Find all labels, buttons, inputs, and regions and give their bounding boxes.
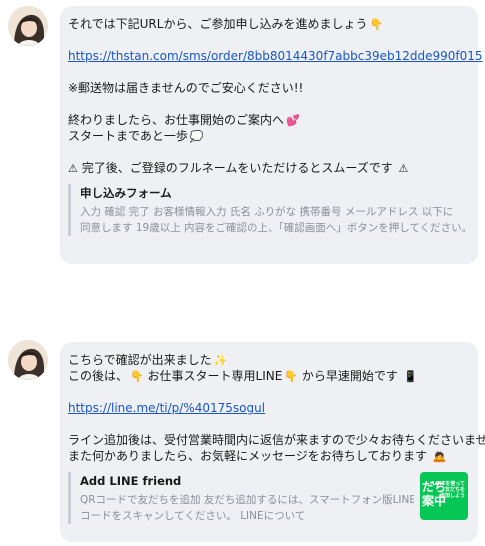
message-line: この後は、 👇 お仕事スタート専用LINE 👇 から早速開始です 📱	[68, 369, 418, 383]
preview-description: QRコードで友だちを追加 友だち追加するには、スマートフォン版LINEでQR コ…	[80, 494, 414, 522]
link-preview[interactable]: 申し込みフォーム 入力 確認 完了 お客様情報入力 氏名 ふりがな 携帯番号 メ…	[68, 184, 468, 236]
bowing-person-emoji: 🙇	[432, 450, 447, 463]
preview-description: 入力 確認 完了 お客様情報入力 氏名 ふりがな 携帯番号 メールアドレス 以下…	[80, 206, 468, 234]
thought-bubble-emoji: 💭	[189, 130, 204, 143]
message-line: 終わりましたら、お仕事開始のご案内へ 💕	[68, 113, 300, 127]
thumbnail-caption: LINEを使って 友だちを 追加しよう	[432, 481, 465, 499]
two-hearts-emoji: 💕	[286, 114, 300, 127]
link-preview[interactable]: Add LINE friend QRコードで友だちを追加 友だち追加するには、ス…	[68, 472, 468, 524]
line-friend-thumbnail[interactable]: だち 案中 LINEを使って 友だちを 追加しよう	[420, 472, 468, 520]
mobile-phone-emoji: 📱	[403, 370, 418, 383]
message-line: ライン追加後は、受付営業時間内に返信が来ますので少々お待ちくださいませ✨	[68, 433, 485, 447]
preview-title: 申し込みフォーム	[80, 186, 172, 200]
pointing-down-emoji: 👇	[130, 370, 144, 383]
avatar-icon[interactable]	[8, 340, 48, 380]
chat-bubble: こちらで確認が出来ました ✨ この後は、 👇 お仕事スタート専用LINE 👇 から早速…	[60, 342, 485, 542]
warning-emoji: ⚠	[68, 162, 78, 175]
pointing-down-emoji: 👇	[284, 370, 299, 383]
message-line: ※郵送物は届きませんのでご安心ください!!	[68, 81, 304, 95]
order-url-link[interactable]: https://thstan.com/sms/order/8bb8014430f…	[68, 49, 483, 63]
line-url-link[interactable]: https://line.me/ti/p/%40175sogul	[68, 401, 265, 415]
sparkles-emoji: ✨	[213, 354, 228, 367]
warning-emoji: ⚠	[398, 162, 409, 175]
message-line: それでは下記URLから、ご参加申し込みを進めましょう 👇	[68, 17, 384, 31]
message-line: こちらで確認が出来ました ✨	[68, 353, 228, 367]
message-line: ⚠ 完了後、ご登録のフルネームをいただけるとスムーズです ⚠	[68, 161, 409, 175]
chat-bubble: それでは下記URLから、ご参加申し込みを進めましょう 👇 https://thst…	[60, 6, 483, 264]
pointing-down-emoji: 👇	[369, 18, 384, 31]
message-line: スタートまであと一歩 💭	[68, 129, 204, 143]
preview-title: Add LINE friend	[80, 474, 182, 488]
message-line: また何かありましたら、お気軽にメッセージをお待ちしております 🙇	[68, 449, 447, 463]
avatar-icon[interactable]	[8, 6, 48, 46]
